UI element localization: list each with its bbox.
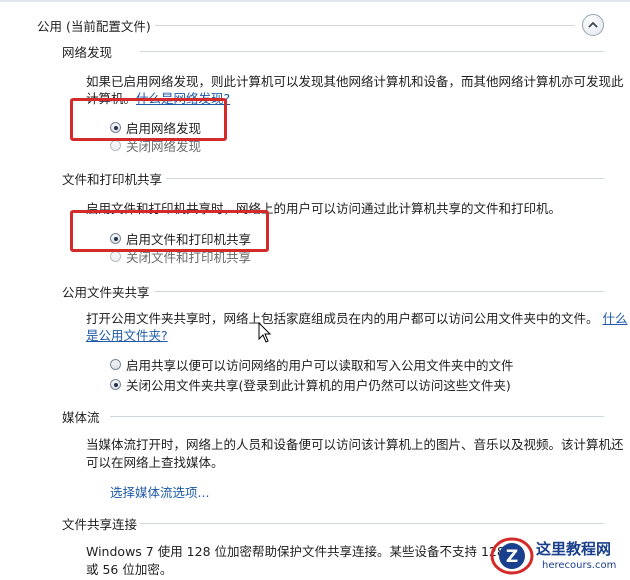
public-folder-desc-text: 打开公用文件夹共享时，网络上包括家庭组成员在内的用户都可以访问公用文件夹中的文件… — [86, 311, 599, 326]
watermark-logo: Z 这里教程网 herecours.com — [490, 533, 630, 578]
choose-media-streaming-options-link[interactable]: 选择媒体流选项... — [110, 482, 209, 501]
radio-label: 关闭公用文件夹共享(登录到此计算机的用户仍然可以访问这些文件夹) — [126, 378, 511, 393]
radio-label: 启用共享以便可以访问网络的用户可以读取和写入公用文件夹中的文件 — [126, 358, 514, 373]
what-is-public-folder-link-part2[interactable]: 是公用文件夹? — [86, 328, 168, 343]
radio-selected-icon — [110, 379, 121, 390]
what-is-public-folder-link-part1[interactable]: 什么 — [603, 311, 628, 326]
radio-enable-public-folder-sharing[interactable]: 启用共享以便可以访问网络的用户可以读取和写入公用文件夹中的文件 — [110, 355, 514, 374]
watermark-title: 这里教程网 — [536, 540, 612, 558]
section-title-network-discovery: 网络发现 — [62, 45, 113, 60]
section-divider — [140, 523, 604, 524]
mouse-cursor-icon — [258, 321, 272, 347]
section-title-file-printer-sharing: 文件和打印机共享 — [62, 172, 163, 187]
red-highlight-box — [70, 210, 269, 252]
section-title-media-streaming: 媒体流 — [62, 410, 100, 425]
watermark-url: herecours.com — [542, 560, 617, 571]
chevron-up-icon — [588, 18, 598, 32]
media-streaming-description-line2: 可以在网络上查找媒体。 — [86, 455, 224, 470]
radio-disable-public-folder-sharing[interactable]: 关闭公用文件夹共享(登录到此计算机的用户仍然可以访问这些文件夹) — [110, 375, 511, 394]
red-highlight-box — [70, 98, 227, 141]
header-divider — [155, 25, 575, 26]
section-title-public-folder-sharing: 公用文件夹共享 — [62, 285, 150, 300]
svg-text:Z: Z — [506, 547, 518, 567]
section-divider — [140, 51, 604, 52]
section-title-file-sharing-connections: 文件共享连接 — [62, 517, 138, 532]
radio-unselected-icon — [110, 251, 121, 262]
watermark-z-icon: Z — [490, 537, 534, 575]
section-divider — [110, 416, 604, 417]
public-folder-desc-line2: 是公用文件夹? — [86, 325, 168, 346]
radio-unselected-icon — [110, 140, 121, 151]
profile-header: 公用 (当前配置文件) — [37, 19, 151, 34]
file-sharing-connection-description-line2: 或 56 位加密。 — [86, 562, 173, 577]
window-top-edge — [0, 0, 630, 2]
section-divider — [166, 178, 604, 179]
radio-unselected-icon — [110, 359, 121, 370]
section-divider — [155, 291, 604, 292]
collapse-button[interactable] — [582, 14, 604, 36]
